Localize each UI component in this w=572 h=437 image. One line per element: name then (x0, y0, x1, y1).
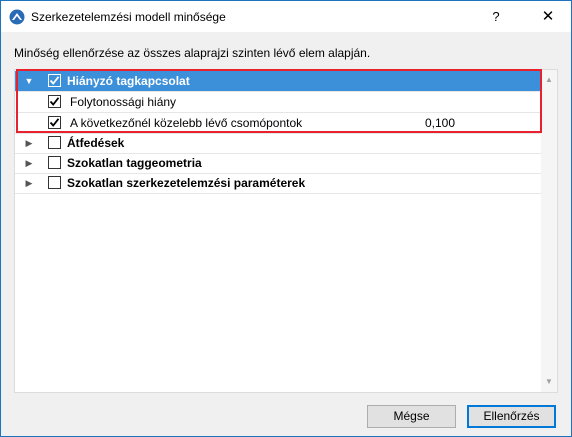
checkbox-close-nodes[interactable] (48, 116, 61, 129)
close-button[interactable]: ✕ (525, 1, 571, 32)
checkbox-continuity-gap[interactable] (48, 95, 61, 108)
checkbox-unusual-parameters[interactable] (48, 176, 61, 189)
cancel-button[interactable]: Mégse (367, 405, 456, 428)
help-button[interactable]: ? (473, 1, 519, 32)
tree-item-label: Folytonossági hiány (70, 95, 177, 109)
tree-child-close-nodes[interactable]: A következőnél közelebb lévő csomópontok… (15, 113, 541, 133)
checkmark-icon (49, 118, 60, 127)
triangle-down-icon[interactable]: ▼ (24, 76, 34, 86)
tree-group-unusual-parameters[interactable]: ▶ Szokatlan szerkezetelemzési paramétere… (15, 173, 541, 193)
check-button[interactable]: Ellenőrzés (467, 405, 556, 428)
triangle-right-icon[interactable]: ▶ (24, 158, 34, 168)
window-title: Szerkezetelemzési modell minősége (31, 10, 226, 24)
checkmark-icon (49, 97, 60, 106)
tree-item-label: A következőnél közelebb lévő csomópontok (70, 116, 303, 130)
tree-item-label: Átfedések (67, 136, 125, 150)
app-icon (9, 9, 25, 25)
tree-child-continuity-gap[interactable]: Folytonossági hiány (15, 92, 541, 112)
tree-item-label: Szokatlan szerkezetelemzési paraméterek (67, 176, 306, 190)
vertical-scrollbar[interactable]: ▲ ▼ (541, 70, 557, 392)
tree-group-overlaps[interactable]: ▶ Átfedések (15, 133, 541, 153)
tolerance-value[interactable]: 0,100 (425, 116, 455, 130)
tree-group-unusual-geometry[interactable]: ▶ Szokatlan taggeometria (15, 153, 541, 173)
tree-item-label: Hiányzó tagkapcsolat (67, 74, 190, 88)
checkbox-unusual-geometry[interactable] (48, 156, 61, 169)
description-text: Minőség ellenőrzése az összes alaprajzi … (14, 46, 371, 60)
checkbox-overlaps[interactable] (48, 136, 61, 149)
dialog-window: Szerkezetelemzési modell minősége ? ✕ Mi… (0, 0, 572, 437)
scroll-down-icon[interactable]: ▼ (541, 374, 557, 390)
checkmark-icon (49, 76, 60, 85)
tree-item-label: Szokatlan taggeometria (67, 156, 202, 170)
check-tree: ▼ Hiányzó tagkapcsolat Folytonossági hiá… (14, 69, 558, 393)
scroll-up-icon[interactable]: ▲ (541, 72, 557, 88)
checkbox-missing-connection[interactable] (48, 74, 61, 87)
row-separator (15, 193, 541, 194)
triangle-right-icon[interactable]: ▶ (24, 178, 34, 188)
triangle-right-icon[interactable]: ▶ (24, 138, 34, 148)
title-bar: Szerkezetelemzési modell minősége ? ✕ (1, 1, 571, 32)
tree-group-missing-connection[interactable]: ▼ Hiányzó tagkapcsolat (15, 71, 541, 91)
